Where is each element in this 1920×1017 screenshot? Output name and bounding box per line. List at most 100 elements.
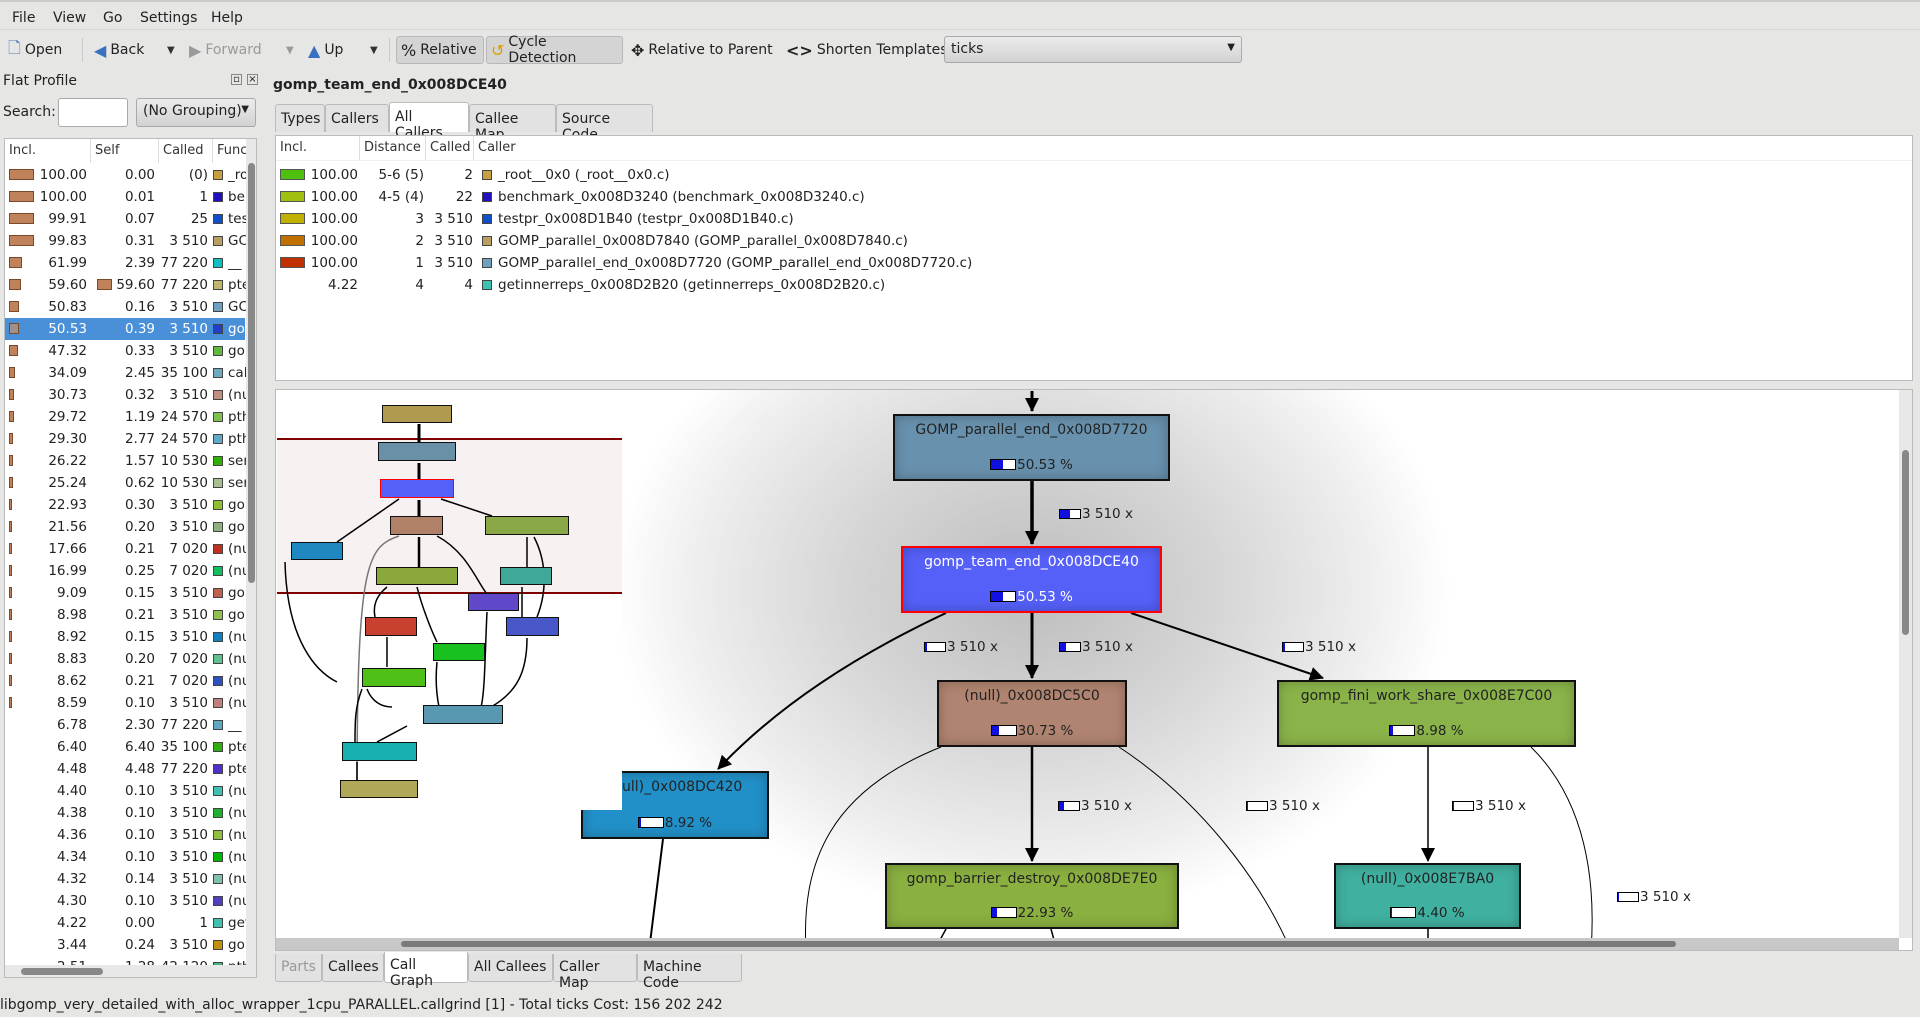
scrollbar-thumb[interactable] [1902, 450, 1909, 635]
forward-button[interactable]: ▶ Forward [185, 36, 266, 64]
table-row[interactable]: 8.59 0.10 3 510 (nu [5, 692, 246, 714]
header-called[interactable]: Called [159, 139, 213, 163]
table-row[interactable]: 6.40 6.40 35 100 pte [5, 736, 246, 758]
table-row[interactable]: 4.34 0.10 3 510 (nu [5, 846, 246, 868]
open-button[interactable]: 🗋 Open [4, 36, 66, 64]
table-row[interactable]: 17.66 0.21 7 020 (nu [5, 538, 246, 560]
horizontal-scrollbar[interactable] [5, 965, 256, 977]
cycle-detection-toggle[interactable]: ↺ Cycle Detection [486, 34, 623, 66]
table-row[interactable]: 100.00 3 3 510 testpr_0x008D1B40 (testpr_0x… [276, 208, 1276, 230]
graph-node[interactable]: gomp_barrier_destroy_0x008DE7E0 22.93 % [885, 863, 1179, 929]
search-input[interactable] [58, 98, 128, 127]
table-row[interactable]: 4.30 0.10 3 510 (nu [5, 890, 246, 912]
tab-all-callers[interactable]: All Callers [389, 102, 469, 141]
menu-go[interactable]: Go [103, 10, 122, 26]
table-row[interactable]: 100.00 0.01 1 ber [5, 186, 246, 208]
menu-settings[interactable]: Settings [140, 10, 197, 26]
tab-machine-code[interactable]: Machine Code [637, 954, 742, 991]
menu-help[interactable]: Help [211, 10, 243, 26]
tab-all-callees[interactable]: All Callees [468, 954, 553, 982]
table-row[interactable]: 21.56 0.20 3 510 gor [5, 516, 246, 538]
table-row[interactable]: 4.32 0.14 3 510 (nu [5, 868, 246, 890]
table-row[interactable]: 26.22 1.57 10 530 ser [5, 450, 246, 472]
table-row[interactable]: 16.99 0.25 7 020 (nu [5, 560, 246, 582]
menu-view[interactable]: View [53, 10, 86, 26]
tab-callees[interactable]: Callees [322, 954, 384, 982]
table-row[interactable]: 61.99 2.39 77 220 __ [5, 252, 245, 274]
header-distance[interactable]: Distance [360, 136, 426, 160]
table-row[interactable]: 3.44 0.24 3 510 gor [5, 934, 246, 956]
tab-call-graph[interactable]: Call Graph [384, 952, 468, 989]
up-dropdown-icon[interactable]: ▼ [370, 45, 378, 56]
edge[interactable] [1530, 746, 1593, 951]
table-row[interactable]: 8.62 0.21 7 020 (nu [5, 670, 246, 692]
table-row[interactable]: 100.00 0.00 (0) _ro [5, 164, 246, 186]
table-row[interactable]: 8.98 0.21 3 510 gor [5, 604, 246, 626]
table-row[interactable]: 59.60 59.60 77 220 pte [5, 274, 246, 296]
header-caller[interactable]: Caller [474, 136, 1912, 160]
table-row[interactable]: 100.00 5-6 (5) 2 _root__0x0 (_root__0x0.c) [276, 164, 1276, 186]
table-row[interactable]: 30.73 0.32 3 510 (nu [5, 384, 246, 406]
table-row[interactable]: 50.83 0.16 3 510 GC [5, 296, 246, 318]
tab-types[interactable]: Types [275, 104, 325, 132]
header-self[interactable]: Self [91, 139, 159, 163]
table-row[interactable]: 8.83 0.20 7 020 (nu [5, 648, 246, 670]
graph-vertical-scrollbar[interactable] [1899, 390, 1912, 938]
table-row[interactable]: 29.30 2.77 24 570 pth [5, 428, 246, 450]
table-row[interactable]: 50.53 0.39 3 510 gor [5, 318, 246, 340]
tab-source-code[interactable]: Source Code [556, 104, 653, 143]
grouping-select[interactable]: (No Grouping) ▼ [136, 98, 256, 127]
table-row[interactable]: 34.09 2.45 35 100 cal [5, 362, 246, 384]
graph-node[interactable]: (null)_0x008DC5C0 30.73 % [937, 680, 1127, 747]
table-row[interactable]: 47.32 0.33 3 510 gor [5, 340, 246, 362]
menu-file[interactable]: File [12, 10, 35, 26]
close-icon[interactable]: × [247, 74, 258, 85]
tab-callers[interactable]: Callers [325, 104, 389, 132]
vertical-scrollbar[interactable] [246, 139, 256, 965]
table-row[interactable]: 22.93 0.30 3 510 gor [5, 494, 246, 516]
relative-to-parent-toggle[interactable]: ✥ Relative to Parent [627, 36, 777, 64]
graph-node[interactable]: GOMP_parallel_end_0x008D7720 50.53 % [893, 414, 1170, 481]
graph-node[interactable]: (null)_0x008E7BA0 4.40 % [1334, 863, 1521, 929]
up-button[interactable]: ▲ Up [304, 36, 347, 64]
table-row[interactable]: 100.00 1 3 510 GOMP_parallel_end_0x008D7720… [276, 252, 1276, 274]
tab-callee-map[interactable]: Callee Map [469, 104, 556, 143]
table-row[interactable]: 100.00 4-5 (4) 22 benchmark_0x008D3240 (ben… [276, 186, 1276, 208]
header-incl[interactable]: Incl. [5, 139, 91, 163]
back-button[interactable]: ◀ Back [90, 36, 148, 64]
cost-type-select[interactable]: ticks ▼ [944, 36, 1242, 63]
scrollbar-thumb[interactable] [401, 941, 1676, 947]
table-row[interactable]: 4.22 4 4 getinnerreps_0x008D2B20 (getinnerr… [276, 274, 1276, 296]
table-row[interactable]: 4.40 0.10 3 510 (nu [5, 780, 246, 802]
forward-dropdown-icon[interactable]: ▼ [286, 45, 294, 56]
tab-parts[interactable]: Parts [275, 954, 322, 982]
shorten-templates-toggle[interactable]: <> Shorten Templates [782, 36, 952, 64]
table-row[interactable]: 29.72 1.19 24 570 pth [5, 406, 246, 428]
table-row[interactable]: 4.38 0.10 3 510 (nu [5, 802, 246, 824]
graph-node[interactable]: gomp_team_end_0x008DCE40 50.53 % [901, 546, 1162, 613]
table-row[interactable]: 9.09 0.15 3 510 gor [5, 582, 246, 604]
edge[interactable] [717, 612, 947, 770]
table-row[interactable]: 100.00 2 3 510 GOMP_parallel_0x008D7840 (GO… [276, 230, 1276, 252]
graph-node[interactable]: gomp_fini_work_share_0x008E7C00 8.98 % [1277, 680, 1576, 747]
header-incl[interactable]: Incl. [276, 136, 360, 160]
call-graph-view[interactable]: GOMP_parallel_end_0x008D7720 50.53 % gomp_… [275, 389, 1913, 951]
scrollbar-thumb[interactable] [248, 163, 255, 583]
back-dropdown-icon[interactable]: ▼ [167, 45, 175, 56]
table-row[interactable]: 4.22 0.00 1 get [5, 912, 246, 934]
table-row[interactable]: 99.91 0.07 25 tes [5, 208, 246, 230]
graph-horizontal-scrollbar[interactable] [276, 938, 1899, 950]
table-row[interactable]: 8.92 0.15 3 510 (nu [5, 626, 246, 648]
scrollbar-thumb[interactable] [21, 968, 103, 975]
table-row[interactable]: 4.36 0.10 3 510 (nu [5, 824, 246, 846]
header-called[interactable]: Called [426, 136, 474, 160]
tab-caller-map[interactable]: Caller Map [553, 954, 637, 991]
table-row[interactable]: 6.78 2.30 77 220 __ [5, 714, 245, 736]
table-row[interactable]: 4.48 4.48 77 220 pte [5, 758, 246, 780]
graph-overview-minimap[interactable] [277, 392, 622, 810]
edge[interactable] [648, 838, 664, 951]
float-icon[interactable]: ▫ [231, 74, 242, 85]
table-row[interactable]: 25.24 0.62 10 530 ser [5, 472, 246, 494]
relative-toggle[interactable]: % Relative [396, 36, 484, 64]
table-row[interactable]: 99.83 0.31 3 510 GC [5, 230, 246, 252]
